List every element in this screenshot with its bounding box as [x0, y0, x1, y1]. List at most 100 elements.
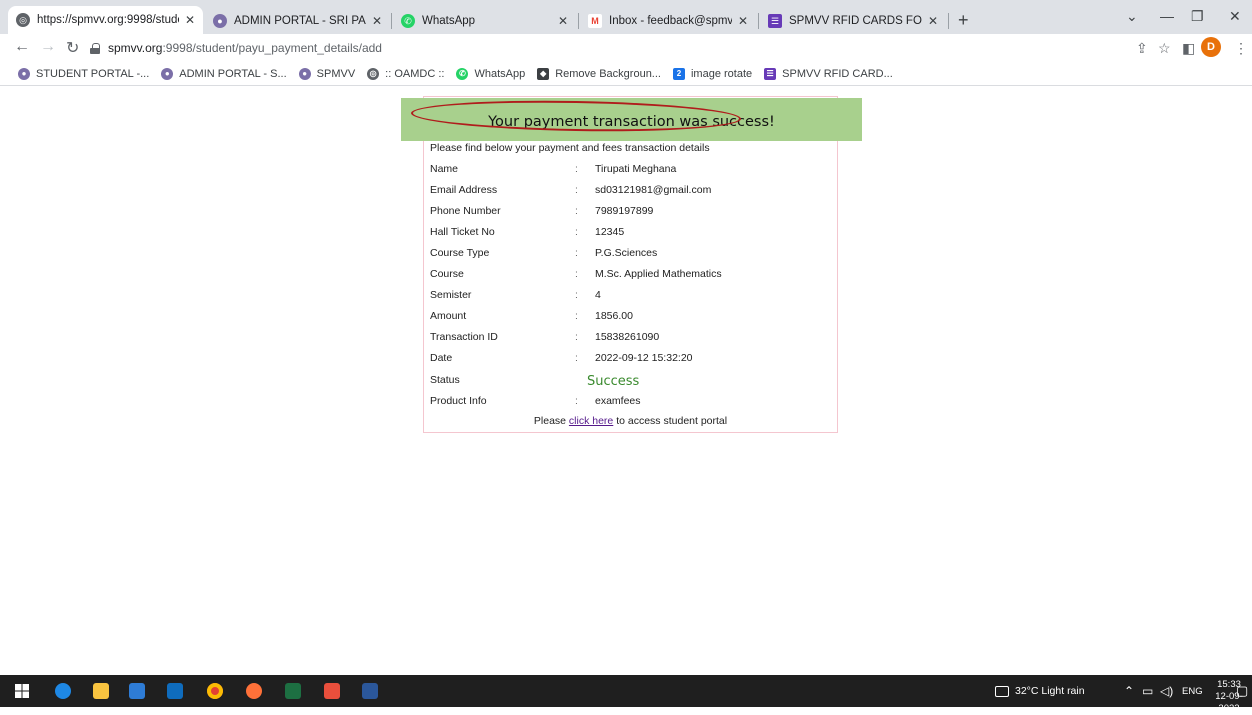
browser-toolbar: ← → ↻ spmvv.org:9998/student/payu_paymen… [0, 34, 1252, 62]
profile-avatar[interactable]: D [1201, 37, 1221, 57]
detail-row: Transaction ID: 15838261090 [430, 331, 830, 347]
tab-title: SPMVV RFID CARDS FOR STAFF - [789, 15, 922, 27]
tab-student-portal[interactable]: ◎ https://spmvv.org:9998/student/ ✕ [8, 6, 203, 34]
site-logo-icon: ● [161, 67, 174, 80]
bookmark-remove-bg[interactable]: ◆ Remove Backgroun... [537, 67, 661, 80]
click-here-link[interactable]: click here [569, 415, 613, 427]
detail-row: Date: 2022-09-12 15:32:20 [430, 352, 830, 368]
tab-title: WhatsApp [422, 15, 476, 27]
detail-value: 4 [595, 289, 601, 301]
weather-widget[interactable]: 32°C Light rain [995, 675, 1085, 707]
detail-value: sd03121981@gmail.com [595, 184, 712, 196]
detail-value: examfees [595, 395, 641, 407]
colon-separator: : [575, 205, 578, 217]
firefox-icon[interactable] [246, 683, 262, 699]
tray-overflow-icon[interactable]: ⌃ [1124, 675, 1134, 707]
bookmark-oamdc[interactable]: ◎:: OAMDC :: [367, 67, 444, 80]
detail-value: P.G.Sciences [595, 247, 658, 259]
detail-row-product: Product Info : examfees [430, 395, 830, 411]
detail-row: Hall Ticket No: 12345 [430, 226, 830, 242]
bookmark-rfid-card[interactable]: ☰ SPMVV RFID CARD... [764, 67, 893, 80]
tab-separator [578, 13, 579, 29]
status-value: Success [587, 374, 640, 389]
tab-rfid-cards[interactable]: ☰ SPMVV RFID CARDS FOR STAFF - ✕ [760, 8, 946, 34]
globe-icon: ◎ [367, 67, 380, 80]
windows-taskbar: 32°C Light rain ⌃ ▭ ◁) ENG 15:33 12-09-2… [0, 675, 1252, 714]
detail-row: Phone Number: 7989197899 [430, 205, 830, 221]
news-icon [995, 685, 1009, 697]
detail-label: Status [430, 374, 460, 386]
file-explorer-icon[interactable] [93, 683, 109, 699]
windows-start-icon[interactable] [14, 683, 30, 699]
detail-value: M.Sc. Applied Mathematics [595, 268, 722, 280]
bookmark-star-icon[interactable]: ☆ [1158, 40, 1171, 57]
detail-label: Semister [430, 289, 472, 301]
bookmark-student-portal[interactable]: ● STUDENT PORTAL -... [18, 67, 149, 80]
close-tab-icon[interactable]: ✕ [185, 13, 195, 27]
address-bar[interactable]: spmvv.org:9998/student/payu_payment_deta… [90, 37, 1160, 59]
tab-admin-portal[interactable]: ● ADMIN PORTAL - SRI PADMAVAT ✕ [205, 8, 390, 34]
detail-value: 12345 [595, 226, 625, 238]
bookmarks-bar: ● STUDENT PORTAL -... ● ADMIN PORTAL - S..… [0, 62, 1252, 86]
bookmark-label: image rotate [690, 67, 753, 80]
weather-text: 32°C Light rain [1015, 685, 1085, 697]
new-tab-button[interactable]: + [958, 11, 969, 29]
minimize-icon[interactable]: — [1160, 8, 1174, 24]
back-icon[interactable]: ← [14, 38, 30, 56]
colon-separator: : [575, 184, 578, 196]
restore-icon[interactable]: ❐ [1191, 8, 1204, 25]
tab-search-icon[interactable]: ⌄ [1126, 8, 1138, 25]
network-icon[interactable]: ▭ [1142, 675, 1153, 707]
menu-icon[interactable]: ⋮ [1234, 40, 1248, 57]
detail-label: Phone Number [430, 205, 501, 217]
share-icon[interactable]: ⇪ [1136, 40, 1148, 57]
bookmark-label: SPMVV [316, 67, 356, 80]
forward-icon[interactable]: → [40, 38, 56, 56]
colon-separator: : [575, 268, 578, 280]
bookmark-label: ADMIN PORTAL - S... [179, 67, 287, 80]
detail-row: Amount: 1856.00 [430, 310, 830, 326]
footer-text-pre: Please [533, 415, 566, 427]
bookmark-image-rotate[interactable]: 2 image rotate [672, 67, 753, 80]
detail-label: Date [430, 352, 453, 364]
url-host: spmvv.org [108, 41, 163, 55]
detail-value: 15838261090 [595, 331, 660, 343]
chrome-icon[interactable] [207, 683, 223, 699]
close-tab-icon[interactable]: ✕ [928, 14, 938, 28]
colon-separator: : [575, 395, 578, 407]
store-icon[interactable] [129, 683, 145, 699]
site-logo-icon: ● [18, 67, 30, 80]
excel-icon[interactable] [285, 683, 301, 699]
tab-gmail-inbox[interactable]: M Inbox - feedback@spmvv.ac.in - ✕ [580, 8, 756, 34]
detail-label: Transaction ID [430, 331, 498, 343]
detail-row: Semister: 4 [430, 289, 830, 305]
edge-icon[interactable] [55, 683, 71, 699]
portal-link-line: Please click here to access student port… [423, 415, 838, 427]
detail-value: 2022-09-12 15:32:20 [595, 352, 693, 364]
bookmark-whatsapp[interactable]: ✆ WhatsApp [456, 67, 525, 80]
detail-row: Email Address: sd03121981@gmail.com [430, 184, 830, 200]
close-tab-icon[interactable]: ✕ [372, 14, 382, 28]
colon-separator: : [575, 289, 578, 301]
side-panel-icon[interactable]: ◧ [1182, 40, 1195, 57]
notification-icon[interactable]: ▢ [1236, 675, 1248, 707]
tab-whatsapp[interactable]: ✆ WhatsApp ✕ [393, 8, 576, 34]
bookmark-spmvv[interactable]: ● SPMVV [298, 67, 356, 80]
language-indicator[interactable]: ENG [1182, 675, 1203, 707]
bookmark-admin-portal[interactable]: ● ADMIN PORTAL - S... [161, 67, 287, 80]
tab-title: ADMIN PORTAL - SRI PADMAVAT [234, 15, 366, 27]
close-tab-icon[interactable]: ✕ [738, 14, 748, 28]
word-icon[interactable] [362, 683, 378, 699]
colon-separator: : [575, 163, 578, 175]
detail-label: Course [430, 268, 464, 280]
colon-separator: : [575, 247, 578, 259]
anydesk-icon[interactable] [324, 683, 340, 699]
volume-icon[interactable]: ◁) [1160, 675, 1173, 707]
mail-icon[interactable] [167, 683, 183, 699]
reload-icon[interactable]: ↻ [66, 38, 79, 58]
lock-icon[interactable] [90, 42, 100, 54]
detail-label: Hall Ticket No [430, 226, 495, 238]
close-window-icon[interactable]: ✕ [1229, 8, 1241, 25]
colon-separator: : [575, 226, 578, 238]
close-tab-icon[interactable]: ✕ [558, 14, 568, 28]
